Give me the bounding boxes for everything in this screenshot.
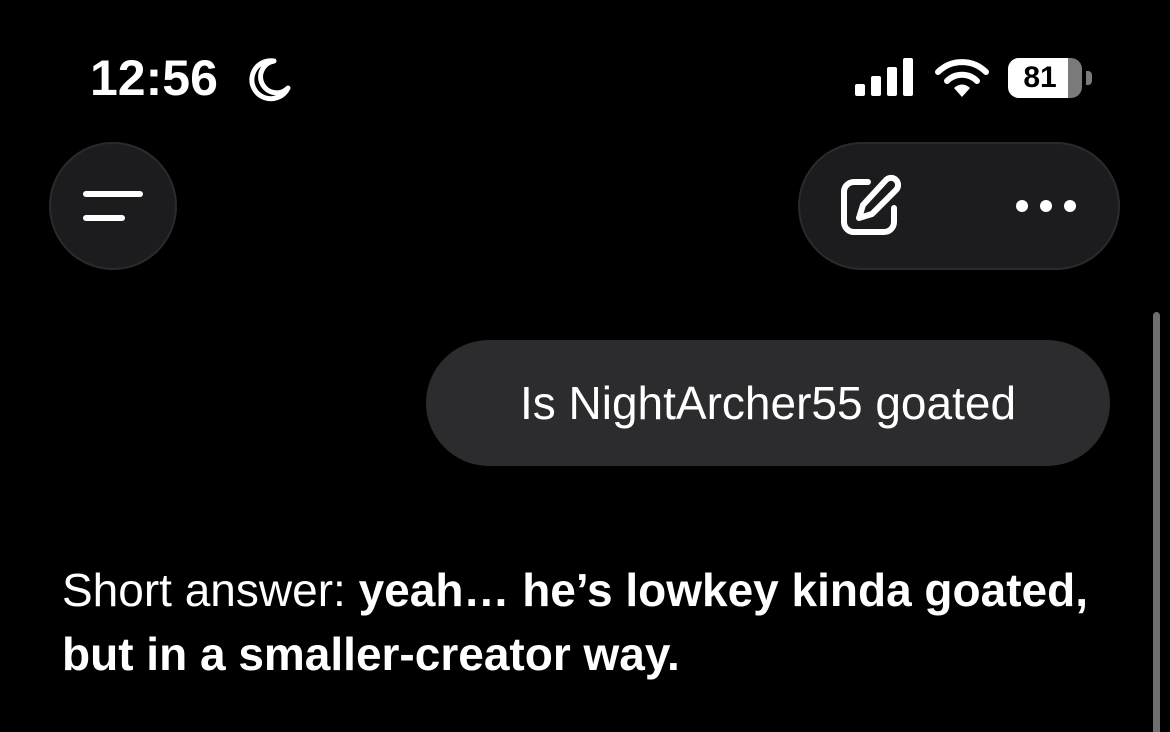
moon-icon xyxy=(249,58,291,102)
new-chat-compose-icon xyxy=(841,174,902,235)
more-options-button[interactable] xyxy=(1004,164,1088,248)
user-message-bubble[interactable]: Is NightArcher55 goated xyxy=(426,340,1110,466)
new-chat-button[interactable] xyxy=(828,164,912,248)
battery-body: 81 xyxy=(1008,58,1082,98)
wifi-icon xyxy=(935,59,989,97)
scrollbar[interactable] xyxy=(1153,312,1160,732)
chat-screen: 12:56 81 Is NightArcher55 goated Short a… xyxy=(0,0,1170,732)
status-time: 12:56 xyxy=(90,50,218,106)
header-actions xyxy=(798,142,1120,270)
battery-indicator: 81 xyxy=(1008,58,1096,98)
assistant-message: Short answer: yeah… he’s lowkey kinda go… xyxy=(62,558,1122,686)
assistant-message-prefix: Short answer: xyxy=(62,564,359,616)
more-options-icon xyxy=(1016,200,1076,212)
menu-icon xyxy=(83,191,143,221)
battery-level: 81 xyxy=(1023,61,1057,94)
battery-cap xyxy=(1086,71,1092,85)
cellular-signal-icon xyxy=(855,58,913,96)
user-message-text: Is NightArcher55 goated xyxy=(519,377,1017,429)
menu-button[interactable] xyxy=(49,142,177,270)
